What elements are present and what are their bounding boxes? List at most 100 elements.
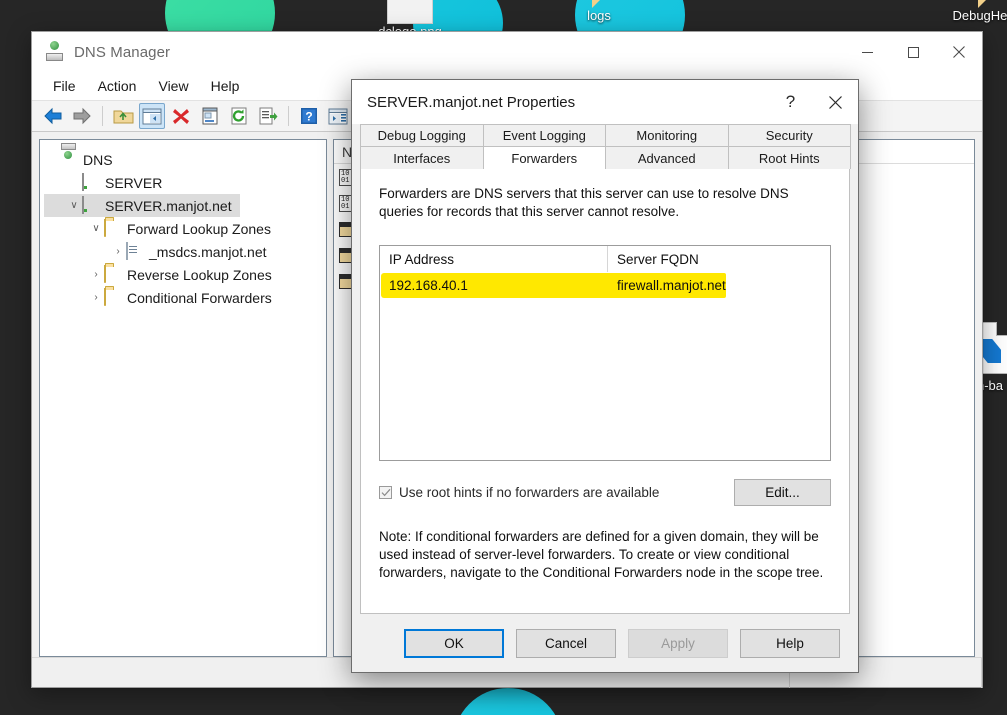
menu-view[interactable]: View bbox=[147, 75, 199, 97]
desktop-icon-debughelp[interactable]: DebugHelp bbox=[940, 0, 1007, 23]
server-properties-dialog: SERVER.manjot.net Properties ? Debug Log… bbox=[351, 79, 859, 673]
help-icon[interactable]: ? bbox=[296, 103, 322, 129]
tab-security[interactable]: Security bbox=[727, 124, 851, 146]
tree-node-label: Forward Lookup Zones bbox=[127, 220, 271, 237]
desktop-icon-logs[interactable]: logs bbox=[554, 0, 644, 23]
chevron-icon[interactable]: › bbox=[88, 290, 104, 306]
close-icon bbox=[829, 95, 842, 109]
folder-icon bbox=[592, 0, 606, 8]
desktop-icon-label: logs bbox=[587, 8, 611, 23]
checkmark-icon bbox=[381, 488, 390, 497]
dialog-footer: OK Cancel Apply Help bbox=[352, 614, 858, 672]
use-root-hints-checkbox[interactable] bbox=[379, 486, 392, 499]
tab-interfaces[interactable]: Interfaces bbox=[360, 146, 484, 169]
forwarders-table[interactable]: IP Address Server FQDN 192.168.40.1 fire… bbox=[379, 245, 831, 461]
zone-icon bbox=[126, 242, 128, 260]
dialog-help-button[interactable]: ? bbox=[768, 80, 813, 124]
tree-node-reverse-lookup-zones[interactable]: › Reverse Lookup Zones bbox=[44, 263, 322, 286]
up-one-level-icon[interactable] bbox=[110, 103, 136, 129]
forward-icon[interactable] bbox=[69, 103, 95, 129]
window-title: DNS Manager bbox=[74, 43, 171, 61]
png-thumbnail-icon bbox=[387, 0, 433, 24]
tree-node-server[interactable]: SERVER bbox=[44, 171, 322, 194]
edit-button[interactable]: Edit... bbox=[734, 479, 831, 506]
root-hints-option-row: Use root hints if no forwarders are avai… bbox=[379, 479, 831, 506]
forwarders-tab-panel: Forwarders are DNS servers that this ser… bbox=[360, 169, 850, 614]
chevron-icon[interactable]: › bbox=[88, 267, 104, 283]
desktop-icon-label: DebugHelp bbox=[952, 8, 1007, 23]
tree-node-label: SERVER.manjot.net bbox=[105, 197, 232, 214]
toolbar-separator bbox=[288, 106, 289, 126]
folder-icon bbox=[104, 265, 106, 283]
tree-node-label: Reverse Lookup Zones bbox=[127, 266, 272, 283]
dialog-controls: ? bbox=[768, 80, 858, 124]
tab-row-upper: Debug Logging Event Logging Monitoring S… bbox=[360, 124, 851, 146]
folder-icon bbox=[104, 288, 106, 306]
chevron-icon[interactable]: ∨ bbox=[66, 198, 82, 214]
column-header-server-fqdn[interactable]: Server FQDN bbox=[608, 246, 699, 272]
menu-file[interactable]: File bbox=[42, 75, 87, 97]
tree-node-label: Conditional Forwarders bbox=[127, 289, 272, 306]
tree-node-label: DNS bbox=[83, 151, 113, 168]
column-header-ip-address[interactable]: IP Address bbox=[380, 246, 608, 272]
tab-row-lower: Interfaces Forwarders Advanced Root Hint… bbox=[360, 146, 851, 169]
tab-event-logging[interactable]: Event Logging bbox=[482, 124, 606, 146]
tab-root-hints[interactable]: Root Hints bbox=[727, 146, 851, 169]
tree-node-forward-lookup-zones[interactable]: ∨ Forward Lookup Zones bbox=[44, 217, 322, 240]
window-titlebar[interactable]: DNS Manager bbox=[32, 32, 982, 72]
help-button[interactable]: Help bbox=[740, 628, 840, 658]
show-console-tree-icon[interactable] bbox=[139, 103, 165, 129]
server-icon bbox=[82, 173, 84, 191]
menu-help[interactable]: Help bbox=[200, 75, 251, 97]
close-icon bbox=[953, 46, 965, 58]
minimize-button[interactable] bbox=[844, 32, 890, 72]
tree-node-dns[interactable]: DNS bbox=[44, 143, 322, 171]
tab-advanced[interactable]: Advanced bbox=[605, 146, 729, 169]
tab-debug-logging[interactable]: Debug Logging bbox=[360, 124, 484, 146]
desktop-blob-cyan-bottom bbox=[453, 688, 563, 715]
svg-text:?: ? bbox=[305, 110, 312, 124]
properties-icon[interactable] bbox=[197, 103, 223, 129]
toolbar-separator bbox=[102, 106, 103, 126]
dialog-tabstrip: Debug Logging Event Logging Monitoring S… bbox=[352, 124, 858, 169]
window-controls bbox=[844, 32, 982, 72]
table-row[interactable]: 192.168.40.1 firewall.manjot.net bbox=[380, 272, 830, 298]
forwarders-description: Forwarders are DNS servers that this ser… bbox=[379, 186, 789, 219]
export-list-icon[interactable] bbox=[255, 103, 281, 129]
cell-ip-address: 192.168.40.1 bbox=[389, 277, 468, 293]
tab-monitoring[interactable]: Monitoring bbox=[605, 124, 729, 146]
console-tree-pane[interactable]: DNS SERVER ∨ SERVER.manjot.net ∨ Forward Look… bbox=[39, 139, 327, 657]
tree-node-label: _msdcs.manjot.net bbox=[149, 243, 267, 260]
folder-icon bbox=[978, 0, 992, 8]
ok-button[interactable]: OK bbox=[404, 628, 504, 658]
tree-node-label: SERVER bbox=[105, 174, 163, 191]
close-button[interactable] bbox=[936, 32, 982, 72]
server-icon bbox=[82, 196, 84, 214]
apply-button: Apply bbox=[628, 628, 728, 658]
dialog-titlebar[interactable]: SERVER.manjot.net Properties ? bbox=[352, 80, 858, 124]
minimize-icon bbox=[861, 51, 873, 53]
cell-server-fqdn: firewall.manjot.net bbox=[617, 277, 726, 293]
chevron-icon[interactable] bbox=[44, 152, 60, 168]
use-root-hints-label[interactable]: Use root hints if no forwarders are avai… bbox=[399, 485, 659, 500]
cancel-button[interactable]: Cancel bbox=[516, 628, 616, 658]
tree-node-conditional-forwarders[interactable]: › Conditional Forwarders bbox=[44, 286, 322, 309]
delete-icon[interactable] bbox=[168, 103, 194, 129]
chevron-icon[interactable]: › bbox=[110, 244, 126, 260]
tree-node-server-manjot-net[interactable]: ∨ SERVER.manjot.net bbox=[44, 194, 240, 217]
refresh-icon[interactable] bbox=[226, 103, 252, 129]
back-icon[interactable] bbox=[40, 103, 66, 129]
dialog-close-button[interactable] bbox=[813, 80, 858, 124]
maximize-button[interactable] bbox=[890, 32, 936, 72]
show-action-pane-icon[interactable] bbox=[325, 103, 351, 129]
chevron-icon[interactable] bbox=[66, 175, 82, 191]
chevron-icon[interactable]: ∨ bbox=[88, 221, 104, 237]
table-header-row: IP Address Server FQDN bbox=[380, 246, 830, 272]
tab-forwarders[interactable]: Forwarders bbox=[482, 146, 606, 169]
menu-action[interactable]: Action bbox=[87, 75, 148, 97]
folder-icon bbox=[104, 219, 106, 237]
dns-manager-icon bbox=[44, 41, 66, 63]
conditional-forwarders-note: Note: If conditional forwarders are defi… bbox=[379, 529, 824, 580]
tree-node-msdcs-manjot-net[interactable]: › _msdcs.manjot.net bbox=[44, 240, 322, 263]
dialog-title: SERVER.manjot.net Properties bbox=[367, 93, 576, 111]
